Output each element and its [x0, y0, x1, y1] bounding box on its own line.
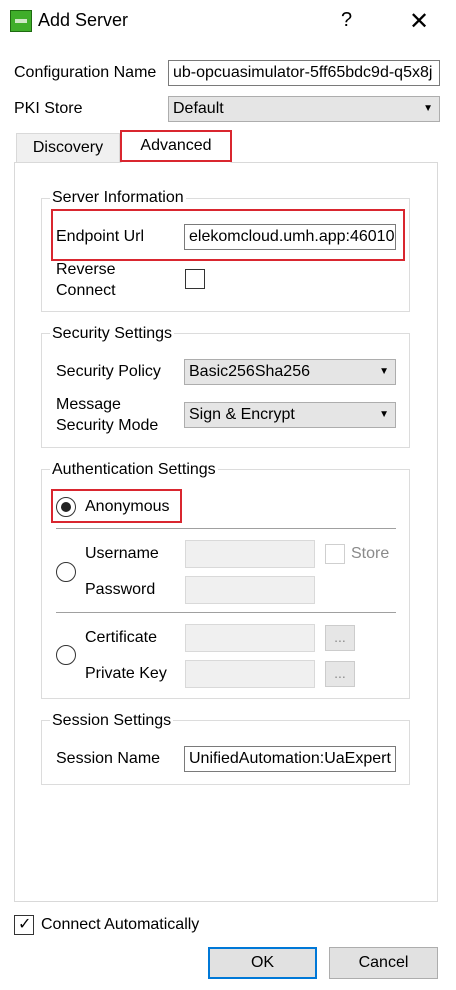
password-label: Password — [85, 581, 156, 598]
private-key-browse-button[interactable]: ... — [325, 661, 355, 687]
app-icon — [10, 10, 32, 32]
chevron-down-icon: ▼ — [423, 103, 433, 114]
private-key-field[interactable] — [185, 660, 315, 688]
store-checkbox[interactable] — [325, 544, 345, 564]
security-policy-value: Basic256Sha256 — [189, 363, 310, 380]
message-security-mode-label-line1: Message — [56, 396, 121, 413]
help-button[interactable]: ? — [341, 9, 352, 32]
authentication-settings-title: Authentication Settings — [50, 461, 218, 479]
security-policy-label: Security Policy — [56, 363, 161, 380]
checkmark-icon: ✓ — [18, 916, 32, 933]
configuration-name-field[interactable]: ub-opcuasimulator-5ff65bdc9d-q5x8j — [168, 60, 440, 86]
pki-store-label: PKI Store — [14, 100, 83, 117]
configuration-name-label: Configuration Name — [14, 64, 157, 81]
certificate-label: Certificate — [85, 629, 158, 646]
message-security-mode-label-line2: Security Mode — [56, 417, 159, 434]
server-information-title: Server Information — [50, 189, 186, 207]
certificate-field[interactable] — [185, 624, 315, 652]
store-label: Store — [351, 545, 390, 562]
certificate-radio[interactable] — [56, 645, 76, 665]
reverse-connect-label-line1: Reverse — [56, 261, 116, 278]
window-title: Add Server — [38, 10, 129, 30]
username-field[interactable] — [185, 540, 315, 568]
message-security-mode-value: Sign & Encrypt — [189, 406, 295, 423]
pki-store-value: Default — [173, 100, 224, 117]
pki-store-select[interactable]: Default ▼ — [168, 96, 440, 122]
anonymous-highlight — [51, 489, 182, 523]
chevron-down-icon: ▼ — [379, 409, 389, 420]
divider — [56, 612, 396, 613]
message-security-mode-select[interactable]: Sign & Encrypt ▼ — [184, 402, 396, 428]
divider — [56, 528, 396, 529]
tab-advanced-highlight — [120, 130, 232, 162]
cancel-button[interactable]: Cancel — [329, 947, 438, 979]
close-icon[interactable]: ✕ — [409, 7, 429, 35]
reverse-connect-checkbox[interactable] — [185, 269, 205, 289]
password-field[interactable] — [185, 576, 315, 604]
connect-automatically-label: Connect Automatically — [41, 916, 200, 933]
security-policy-select[interactable]: Basic256Sha256 ▼ — [184, 359, 396, 385]
session-name-field[interactable]: UnifiedAutomation:UaExpert — [184, 746, 396, 772]
session-name-label: Session Name — [56, 750, 161, 767]
username-label: Username — [85, 545, 159, 562]
security-settings-title: Security Settings — [50, 325, 175, 343]
connect-automatically-checkbox[interactable]: ✓ — [14, 915, 34, 935]
session-settings-title: Session Settings — [50, 712, 174, 730]
ok-button[interactable]: OK — [208, 947, 317, 979]
private-key-label: Private Key — [85, 665, 167, 682]
tab-discovery[interactable]: Discovery — [16, 133, 120, 163]
chevron-down-icon: ▼ — [379, 366, 389, 377]
reverse-connect-label-line2: Connect — [56, 282, 116, 299]
username-radio[interactable] — [56, 562, 76, 582]
endpoint-url-highlight — [51, 209, 405, 261]
certificate-browse-button[interactable]: ... — [325, 625, 355, 651]
